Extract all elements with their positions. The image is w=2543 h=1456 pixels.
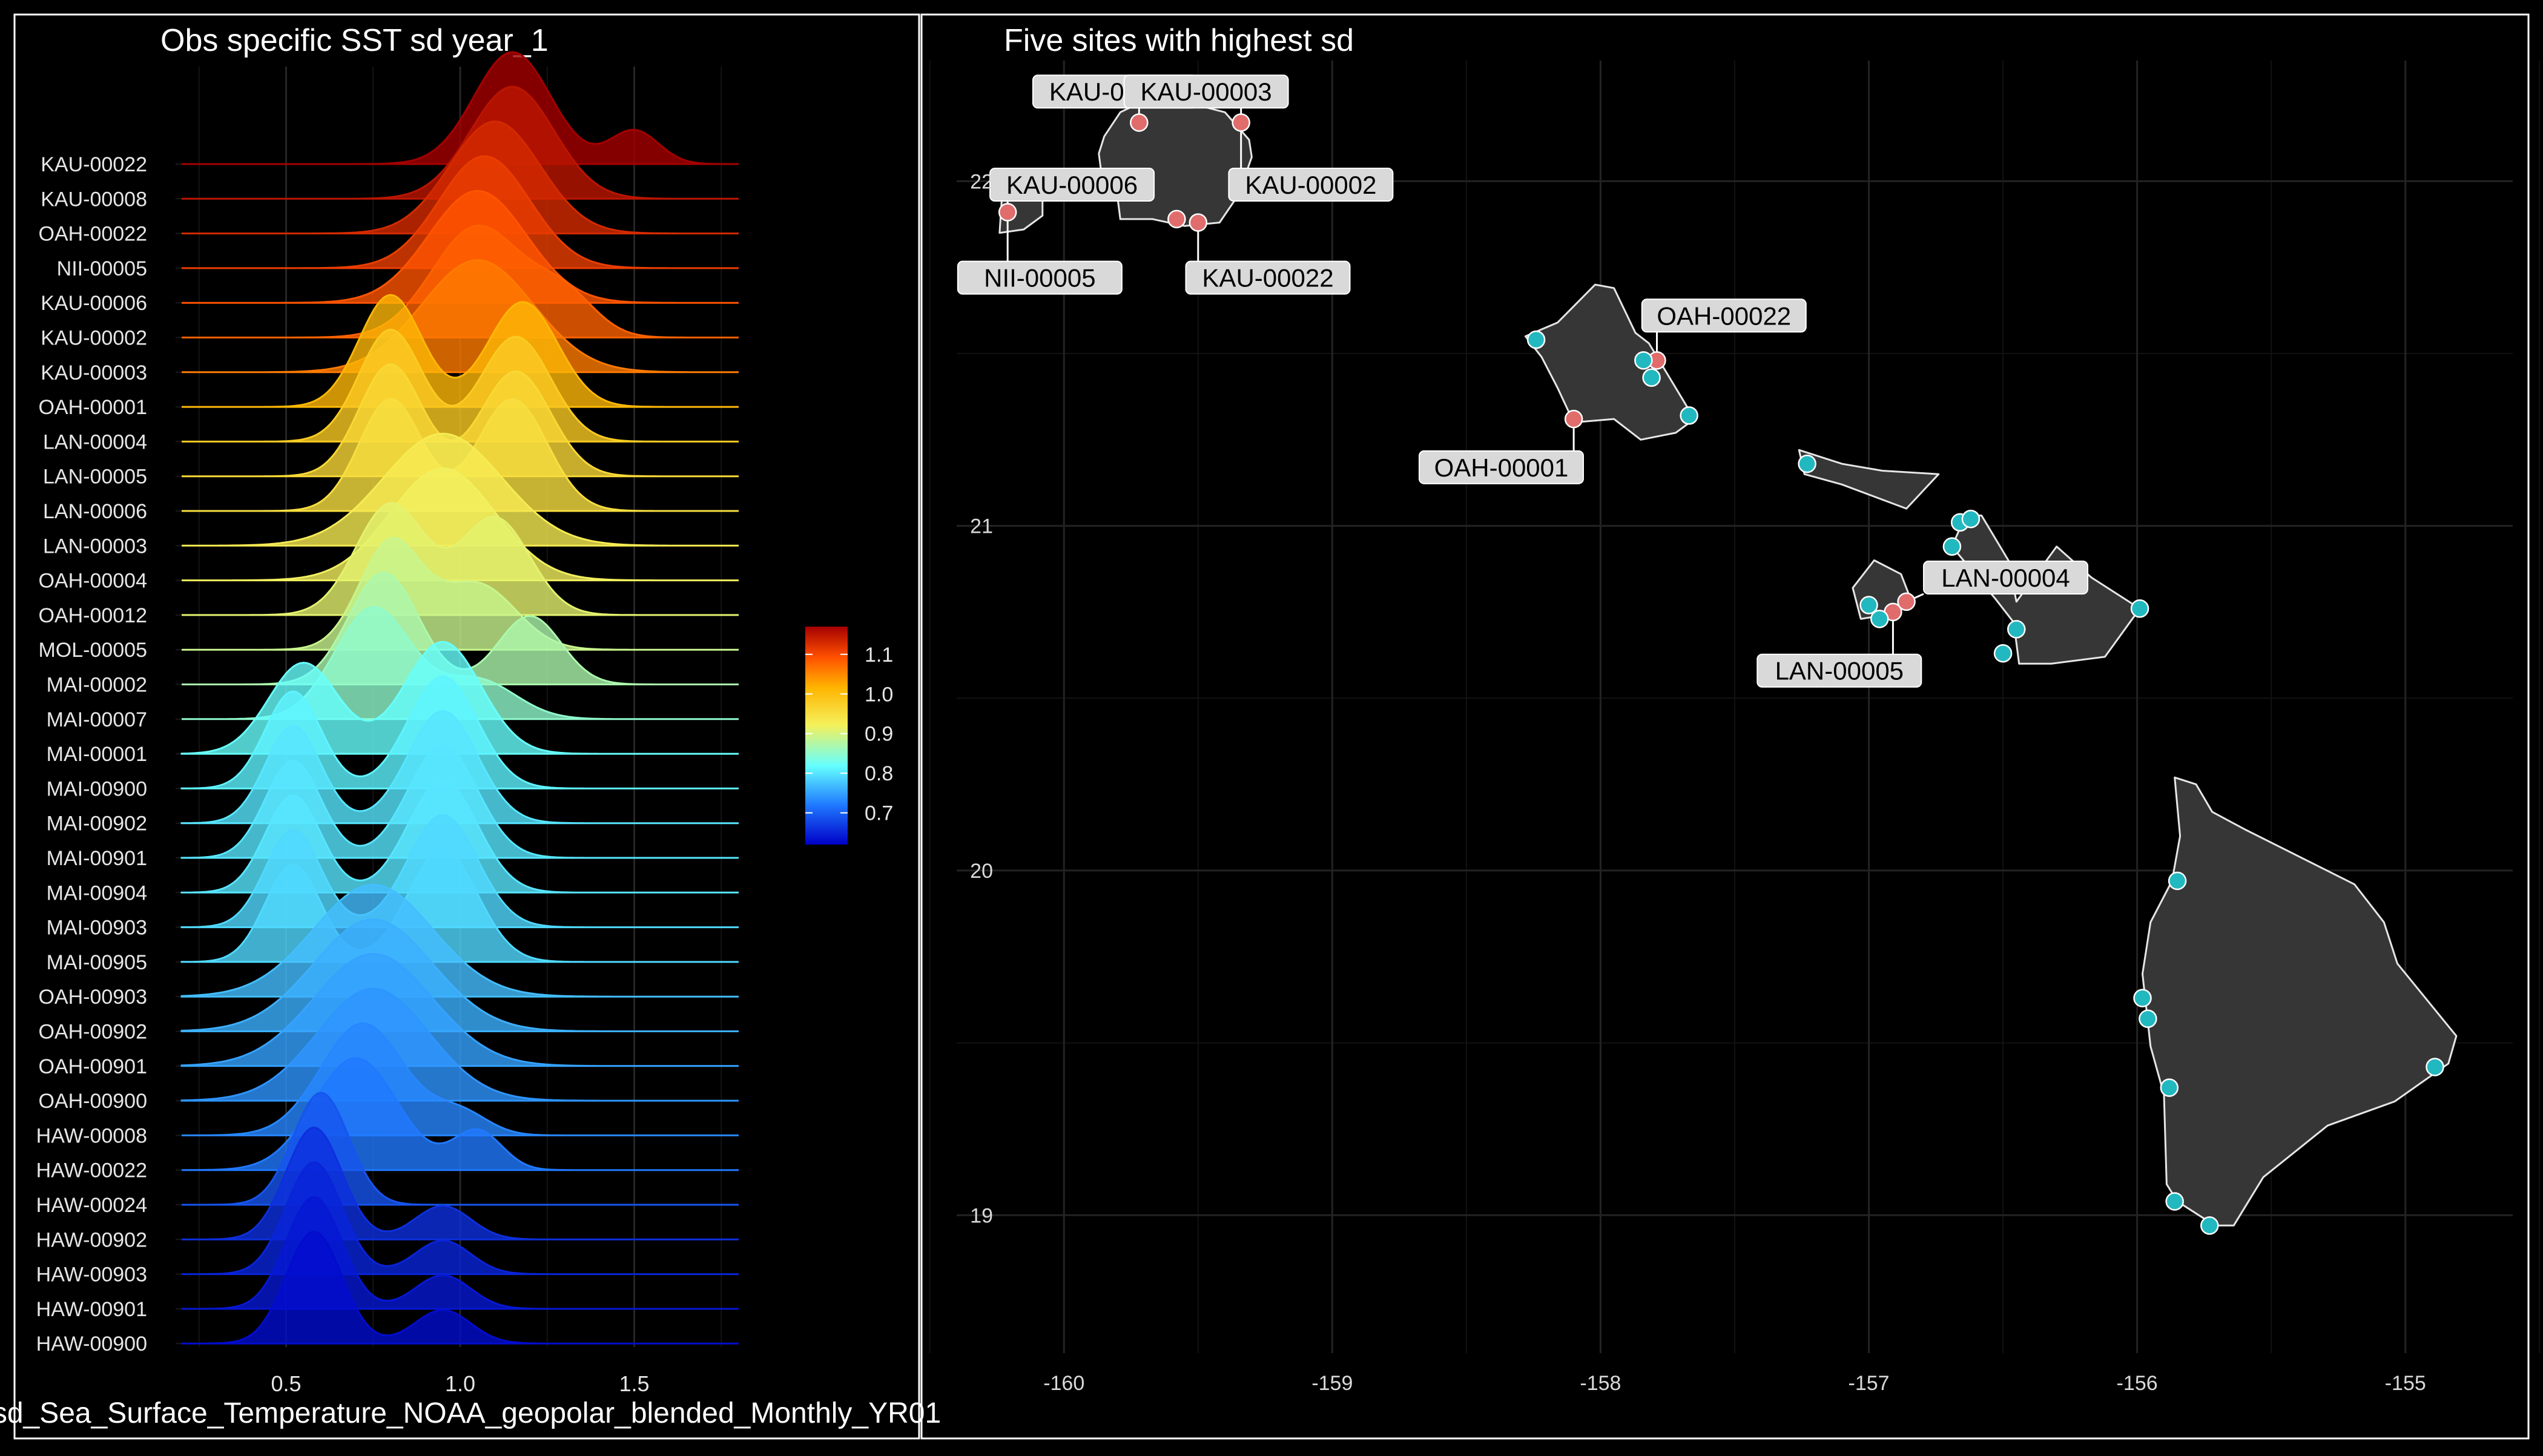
site-marker <box>2165 1192 2184 1211</box>
map-site-label: LAN-00004 <box>1941 564 2070 592</box>
ridgeline-site-label: LAN-00004 <box>43 430 147 453</box>
ridgeline-site-label: KAU-00022 <box>41 153 147 176</box>
color-legend-tick-label: 0.8 <box>865 762 893 785</box>
color-legend-bar <box>805 627 848 845</box>
map-site-label: KAU-00006 <box>1006 171 1138 199</box>
map-x-tick-label: -155 <box>2385 1372 2426 1395</box>
ridgeline-site-label: HAW-00903 <box>36 1263 147 1286</box>
map-site-label: OAH-00022 <box>1657 301 1791 330</box>
top-sd-site-marker <box>1189 213 1208 232</box>
ridgeline-site-label: OAH-00903 <box>38 986 147 1009</box>
top-sd-site-marker <box>1564 409 1583 429</box>
ridgeline-site-label: KAU-00006 <box>41 292 147 315</box>
ridgeline-site-label: KAU-00008 <box>41 188 147 211</box>
ridgeline-site-label: OAH-00022 <box>38 223 147 246</box>
site-marker <box>2426 1058 2444 1076</box>
map-title: Five sites with highest sd <box>1004 23 1354 58</box>
ridgeline-x-tick-label: 1.5 <box>619 1371 649 1396</box>
color-legend-tick-label: 1.0 <box>865 683 893 706</box>
site-marker <box>1993 644 2013 663</box>
site-marker <box>2139 1009 2157 1028</box>
site-marker <box>2130 599 2149 618</box>
site-marker <box>1961 509 1981 529</box>
ridgeline-site-label: KAU-00002 <box>41 327 147 350</box>
map-y-tick-label: 19 <box>970 1204 993 1227</box>
site-marker <box>2168 871 2187 891</box>
site-marker <box>1870 610 1889 628</box>
ridgeline-site-label: MAI-00901 <box>47 847 147 870</box>
top-sd-site-marker <box>998 203 1017 222</box>
map-site-label: KAU-00002 <box>1245 171 1376 199</box>
site-marker <box>1798 454 1816 473</box>
map-site-label: LAN-00005 <box>1775 657 1904 685</box>
map-x-tick-label: -158 <box>1580 1372 1621 1395</box>
color-legend-tick-label: 1.1 <box>865 644 893 667</box>
ridgeline-site-label: OAH-00900 <box>38 1090 147 1113</box>
ridgeline-site-label: MAI-00007 <box>47 708 147 731</box>
ridgeline-site-label: MAI-00904 <box>47 881 147 904</box>
ridgeline-site-label: HAW-00901 <box>36 1298 147 1321</box>
island-shape <box>1098 100 1253 227</box>
ridgeline-site-label: MAI-00900 <box>47 777 147 800</box>
map-site-label: OAH-00001 <box>1434 453 1569 482</box>
ridgeline-site-label: HAW-00902 <box>36 1228 147 1251</box>
ridgeline-site-label: HAW-00008 <box>36 1124 147 1147</box>
ridgeline-site-label: OAH-00012 <box>38 604 147 627</box>
top-sd-site-marker <box>1232 113 1250 132</box>
ridgeline-site-label: NII-00005 <box>57 257 147 280</box>
ridgeline-x-tick-label: 1.0 <box>445 1371 475 1396</box>
color-legend-tick-label: 0.9 <box>865 723 893 746</box>
site-marker <box>2200 1216 2219 1235</box>
ridgeline-site-label: MAI-00002 <box>47 674 147 697</box>
figure: Obs specific SST sd year_1 KAU-00022 KAU-… <box>0 0 2543 1453</box>
site-marker <box>2007 620 2026 639</box>
map-site-label: KAU-00003 <box>1141 77 1272 106</box>
top-sd-site-marker <box>1130 113 1149 132</box>
ridgeline-site-label: LAN-00006 <box>43 500 147 523</box>
ridgeline-site-label: LAN-00005 <box>43 466 147 489</box>
ridgeline-site-label: HAW-00024 <box>36 1194 147 1217</box>
site-marker <box>1526 330 1546 349</box>
ridgeline-title: Obs specific SST sd year_1 <box>160 23 549 58</box>
site-marker <box>1942 537 1962 556</box>
top-sd-site-marker <box>1167 209 1186 229</box>
ridgeline-x-tick-label: 0.5 <box>271 1371 301 1396</box>
map-site-label: KAU-00022 <box>1202 264 1333 292</box>
map-x-tick-label: -159 <box>1311 1372 1353 1395</box>
ridgeline-site-label: KAU-00003 <box>41 361 147 384</box>
ridgeline-site-label: MAI-00903 <box>47 917 147 940</box>
ridgeline-site-label: OAH-00902 <box>38 1021 147 1044</box>
ridgeline-site-label: MOL-00005 <box>38 639 147 662</box>
map-y-tick-label: 22 <box>970 170 993 193</box>
site-marker <box>1680 406 1698 425</box>
ridgeline-site-label: MAI-00902 <box>47 812 147 835</box>
ridgeline-site-labels: KAU-00022 KAU-00008 OAH-00022 NII-00005 KAU-… <box>36 153 147 1356</box>
ridgeline-site-label: HAW-00900 <box>36 1332 147 1356</box>
map-y-tick-label: 21 <box>970 515 993 538</box>
map-y-tick-label: 20 <box>970 860 993 883</box>
ridgeline-site-label: LAN-00003 <box>43 535 147 558</box>
ridgeline-site-label: MAI-00905 <box>47 951 147 974</box>
site-marker <box>1642 368 1661 387</box>
ridgeline-site-label: OAH-00901 <box>38 1055 147 1078</box>
ridgeline-site-label: HAW-00022 <box>36 1159 147 1182</box>
map-x-tick-label: -160 <box>1043 1372 1084 1395</box>
site-marker <box>1634 351 1653 370</box>
ridgeline-site-label: OAH-00001 <box>38 396 147 419</box>
ridgeline-site-label: MAI-00001 <box>47 743 147 766</box>
figure-svg: Obs specific SST sd year_1 KAU-00022KAU-… <box>0 0 2543 1453</box>
ridgeline-site-label: OAH-00004 <box>38 570 147 593</box>
map-x-tick-label: -157 <box>1849 1372 1890 1395</box>
map-site-label: NII-00005 <box>984 264 1095 292</box>
site-marker <box>2160 1078 2179 1097</box>
ridgeline-x-axis-label: sd_Sea_Surface_Temperature_NOAA_geopolar… <box>0 1397 941 1429</box>
map-x-tick-label: -156 <box>2117 1372 2158 1395</box>
site-marker <box>2133 989 2152 1007</box>
color-legend-tick-label: 0.7 <box>865 802 893 825</box>
